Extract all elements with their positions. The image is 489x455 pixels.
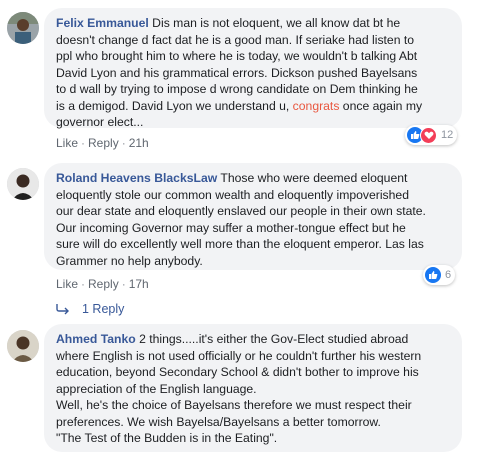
- comment-text-line: is a demigod. David Lyon we understand u…: [56, 98, 293, 113]
- comment-text-line: preferences. We wish Bayelsa/Bayelsans a…: [56, 414, 381, 429]
- reply-button[interactable]: Reply: [88, 136, 119, 150]
- reaction-count-text: 12: [441, 129, 454, 141]
- comment-text-line: eloquently stole our common wealth and e…: [56, 187, 409, 202]
- comment-text-line: ppl who brought him to where he is today…: [56, 49, 418, 63]
- comment-text-line: Grammer no help anybody.: [56, 253, 203, 268]
- comment-author[interactable]: Ahmed Tanko: [56, 332, 136, 346]
- comment-text-line: sure will do excellently well more than …: [56, 237, 424, 251]
- avatar[interactable]: [7, 12, 39, 44]
- comment-text-line: education, beyond Secondary School & did…: [56, 365, 419, 379]
- comment-author[interactable]: Roland Heavens BlacksLaw: [56, 171, 217, 185]
- comment-bubble: Ahmed Tanko 2 things.....it's either the…: [44, 324, 462, 452]
- view-replies-link[interactable]: 1 Reply: [56, 302, 124, 316]
- comment-text-line: to d wall by trying to impose d wrong ca…: [56, 82, 418, 96]
- comment-text-line: David Lyon and his grammatical errors. D…: [56, 65, 418, 80]
- like-button[interactable]: Like: [56, 136, 78, 150]
- congrats-link[interactable]: congrats: [293, 99, 340, 113]
- comment-text-line: our dear state and eloquently enslaved o…: [56, 204, 426, 218]
- avatar[interactable]: [7, 168, 39, 200]
- comment-text-line: Those who were deemed eloquent: [217, 171, 408, 185]
- comment-text-line: appreciation of the English language.: [56, 381, 257, 396]
- comment-text-line: "The Test of the Budden is in the Eating…: [56, 431, 278, 445]
- comment-text-line: Dis man is not eloquent, we all know dat…: [148, 16, 401, 30]
- comment-text-line: doesn't change d fact dat he is a good m…: [56, 32, 415, 47]
- comment-bubble: Felix Emmanuel Dis man is not eloquent, …: [44, 8, 462, 129]
- comment-bubble: Roland Heavens BlacksLaw Those who were …: [44, 163, 462, 270]
- comment-text-line: where English is not used officially or …: [56, 348, 422, 363]
- timestamp[interactable]: 17h: [129, 277, 149, 291]
- comment-text-line: Our incoming Governor may suffer a mothe…: [56, 220, 406, 235]
- comment-text-line: Well, he's the choice of Bayelsans there…: [56, 398, 412, 412]
- comment-author[interactable]: Felix Emmanuel: [56, 16, 149, 30]
- reaction-count[interactable]: 6: [423, 265, 456, 285]
- timestamp[interactable]: 21h: [129, 136, 149, 150]
- comment-actions: Like · Reply · 17h: [56, 277, 149, 291]
- reaction-count[interactable]: 12: [405, 125, 458, 145]
- comment-text-line: governor elect...: [56, 115, 144, 129]
- comment-text-line: once again my: [339, 98, 423, 113]
- avatar[interactable]: [7, 330, 39, 362]
- like-button[interactable]: Like: [56, 277, 78, 291]
- comment-actions: Like · Reply · 21h: [56, 136, 149, 150]
- comment-text-line: 2 things.....it's either the Gov-Elect s…: [135, 332, 409, 346]
- love-icon: [420, 126, 437, 144]
- reaction-count-text: 6: [445, 269, 452, 281]
- replies-count-label[interactable]: 1 Reply: [82, 302, 124, 316]
- like-icon: [425, 267, 441, 283]
- reply-button[interactable]: Reply: [88, 277, 119, 291]
- reply-arrow-icon: [56, 304, 69, 315]
